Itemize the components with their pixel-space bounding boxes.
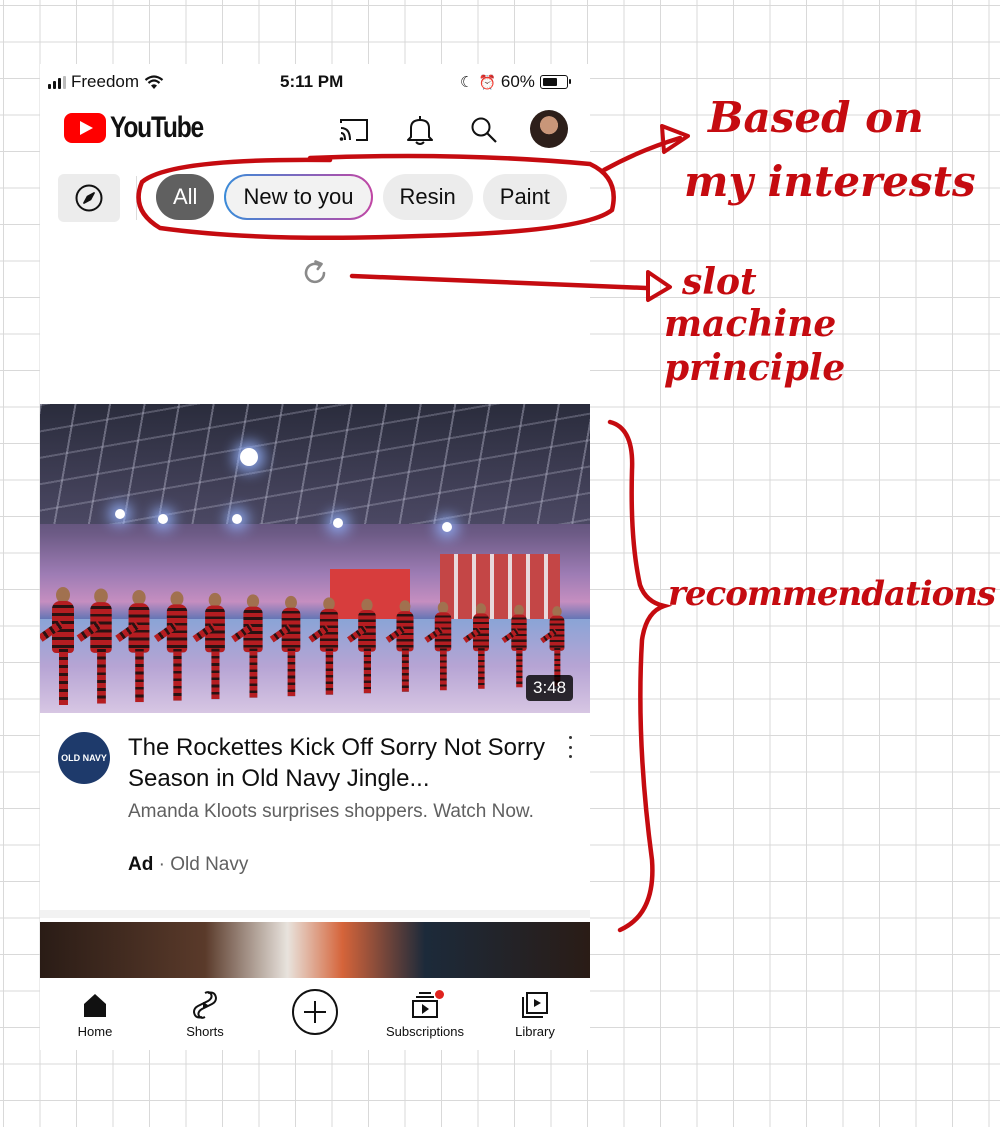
status-time: 5:11 PM bbox=[280, 72, 344, 91]
chip-bar: All New to you Resin Paint bbox=[156, 174, 567, 220]
video-description: Amanda Kloots surprises shoppers. Watch … bbox=[128, 801, 534, 822]
chip-divider bbox=[136, 176, 137, 220]
chip-resin[interactable]: Resin bbox=[382, 174, 473, 220]
annotation-interests-line2: my interests bbox=[684, 157, 976, 206]
search-icon bbox=[471, 117, 497, 143]
home-icon bbox=[84, 993, 106, 1017]
youtube-logo[interactable]: YouTube bbox=[64, 111, 223, 145]
interests-arrowhead bbox=[660, 124, 690, 154]
ad-badge: Ad bbox=[128, 854, 154, 875]
search-button[interactable] bbox=[466, 112, 502, 148]
explore-button[interactable] bbox=[58, 174, 120, 222]
nav-subscriptions-label: Subscriptions bbox=[385, 1023, 465, 1039]
dancer-figure bbox=[424, 601, 452, 691]
dancer-figure bbox=[347, 598, 376, 694]
stage-light bbox=[115, 509, 125, 519]
chip-new-to-you[interactable]: New to you bbox=[224, 174, 372, 220]
annotation-interests-line1: Based on bbox=[708, 93, 924, 142]
dancer-figure bbox=[501, 604, 527, 688]
dancer-figure bbox=[385, 600, 414, 692]
nav-shorts[interactable]: Shorts bbox=[150, 978, 260, 1050]
dancer-figure bbox=[269, 595, 301, 697]
shorts-icon bbox=[192, 990, 218, 1019]
compass-icon bbox=[75, 184, 103, 212]
cast-button[interactable] bbox=[336, 112, 372, 148]
nav-home[interactable]: Home bbox=[40, 978, 150, 1050]
status-right: ☾ ⏰ 60% bbox=[460, 72, 571, 92]
video-thumbnail[interactable] bbox=[40, 404, 590, 713]
dancer-figure bbox=[308, 597, 339, 695]
library-icon bbox=[522, 991, 548, 1018]
recommendations-brace bbox=[607, 419, 673, 933]
annotation-slot-line1: slot bbox=[682, 261, 757, 303]
refresh-icon bbox=[304, 260, 326, 284]
annotation-slot-line2: machine bbox=[664, 303, 837, 345]
slot-arrowhead bbox=[646, 270, 672, 302]
nav-subscriptions[interactable]: Subscriptions bbox=[370, 978, 480, 1050]
video-duration: 3:48 bbox=[526, 675, 574, 701]
battery-percent: 60% bbox=[500, 72, 535, 91]
dancer-figure bbox=[115, 589, 150, 703]
moon-icon: ☾ bbox=[460, 74, 474, 91]
create-icon bbox=[292, 989, 338, 1035]
nav-library-label: Library bbox=[515, 1023, 555, 1039]
more-options-icon[interactable] bbox=[562, 736, 578, 758]
dancer-figure bbox=[76, 588, 112, 704]
dancer-figure bbox=[153, 591, 188, 701]
battery-icon bbox=[539, 75, 571, 89]
stage-light bbox=[333, 518, 343, 528]
phone-screen: Freedom 5:11 PM ☾ ⏰ 60% YouTube All New … bbox=[40, 64, 590, 1050]
dancer-figure bbox=[192, 592, 225, 700]
nav-library[interactable]: Library bbox=[480, 978, 590, 1050]
nav-home-label: Home bbox=[77, 1023, 113, 1039]
stage-light bbox=[158, 514, 168, 524]
annotation-slot-line3: principle bbox=[664, 347, 846, 389]
bottom-nav: Home Shorts Subscriptions Library bbox=[40, 978, 590, 1050]
signal-icon bbox=[48, 75, 66, 89]
stage-light bbox=[232, 514, 242, 524]
advertiser-name: Old Navy bbox=[170, 854, 249, 875]
annotation-recommendations: recommendations bbox=[668, 574, 996, 614]
chip-all[interactable]: All bbox=[156, 174, 215, 220]
stage-light bbox=[240, 448, 258, 466]
video-meta: Ad · Old Navy bbox=[128, 854, 248, 876]
nav-shorts-label: Shorts bbox=[186, 1023, 224, 1039]
logo-text: YouTube bbox=[110, 111, 204, 144]
nav-create[interactable] bbox=[260, 978, 370, 1050]
chip-paint[interactable]: Paint bbox=[482, 174, 567, 220]
thumbnail-ceiling bbox=[40, 404, 590, 524]
alarm-icon: ⏰ bbox=[478, 73, 496, 90]
bell-icon bbox=[407, 116, 433, 145]
video-title[interactable]: The Rockettes Kick Off Sorry Not Sorry S… bbox=[128, 732, 548, 794]
feed-divider bbox=[40, 910, 590, 918]
dancer-figure bbox=[540, 606, 565, 686]
channel-avatar[interactable]: OLD NAVY bbox=[58, 732, 110, 784]
interests-arrow bbox=[601, 135, 683, 173]
wifi-icon bbox=[144, 74, 164, 89]
stage-light bbox=[442, 522, 452, 532]
account-avatar[interactable] bbox=[530, 110, 568, 148]
cast-icon bbox=[339, 119, 368, 141]
status-carrier: Freedom bbox=[48, 72, 164, 92]
notification-dot bbox=[435, 989, 444, 999]
meta-separator: · bbox=[158, 854, 165, 875]
dancer-figure bbox=[462, 603, 489, 689]
youtube-play-icon bbox=[64, 113, 106, 143]
notifications-button[interactable] bbox=[402, 112, 438, 148]
dancer-figure bbox=[231, 594, 263, 698]
next-video-thumbnail[interactable] bbox=[40, 922, 590, 978]
carrier-label: Freedom bbox=[71, 72, 140, 91]
dancer-figure bbox=[40, 587, 74, 705]
